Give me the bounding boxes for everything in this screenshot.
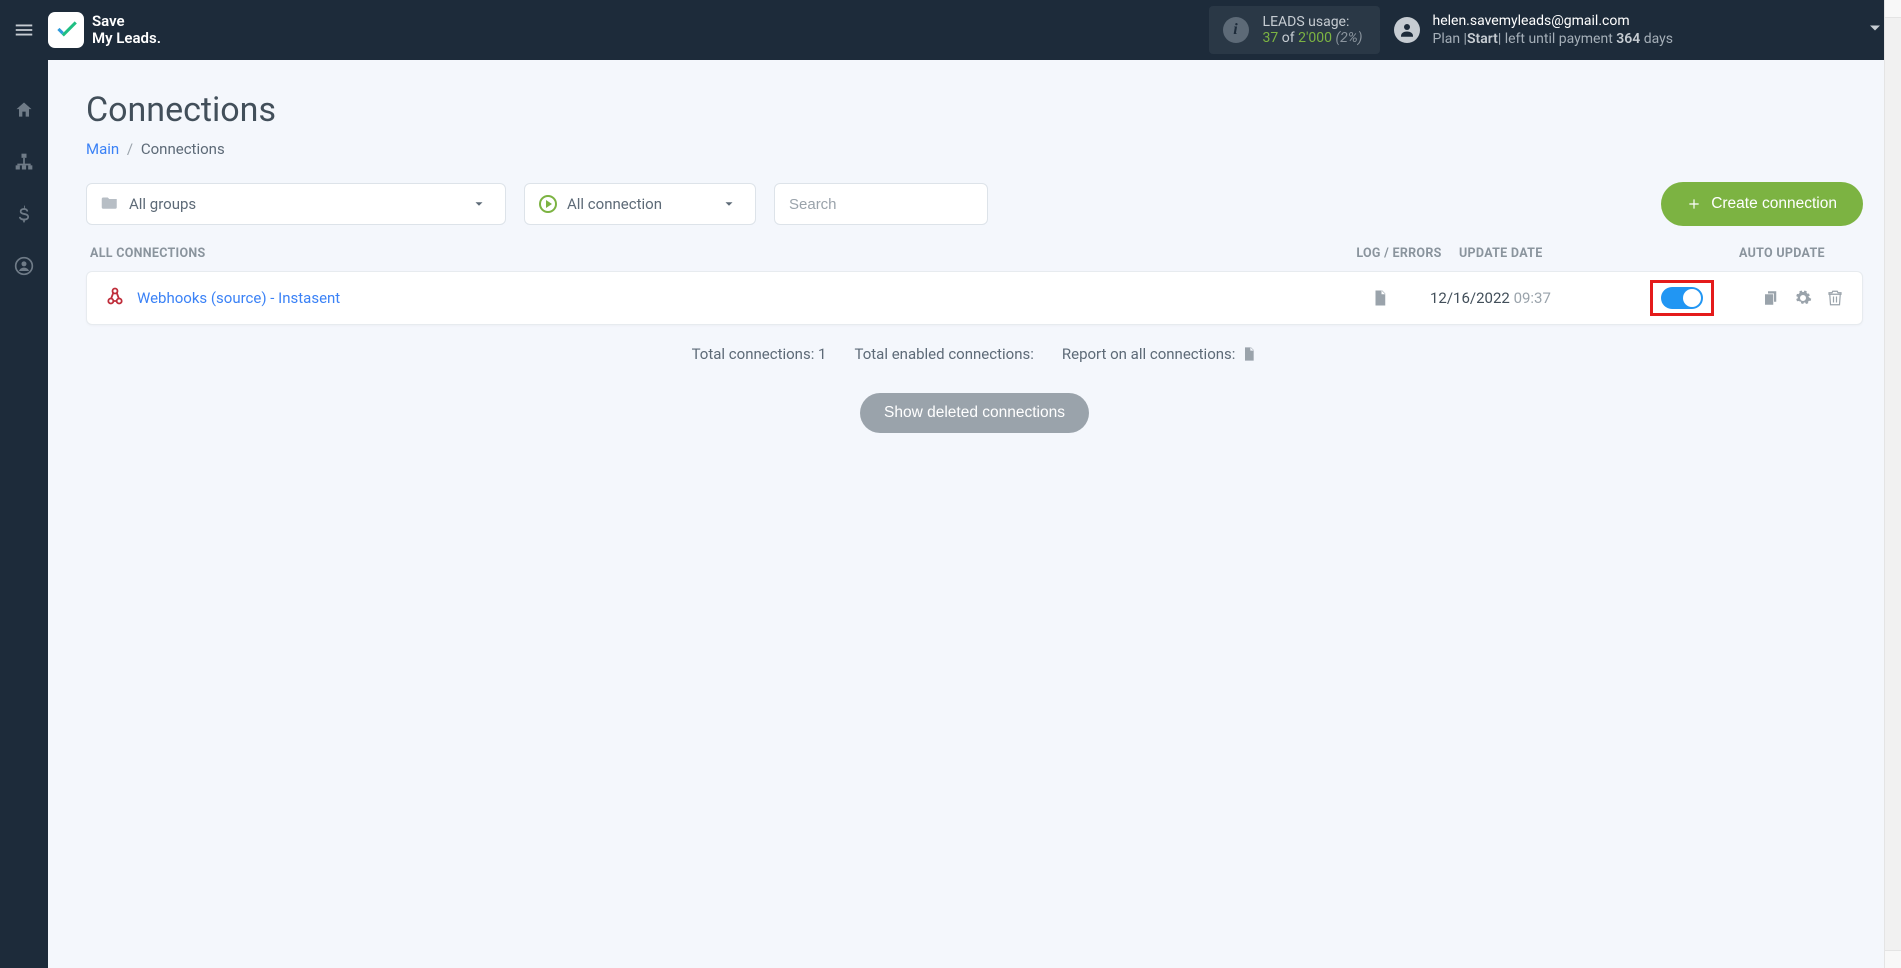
filters-row: All groups All connection Create connect… (86, 182, 1863, 226)
usage-used: 37 (1263, 30, 1279, 46)
account-email: helen.savemyleads@gmail.com (1432, 12, 1673, 30)
left-nav-rail (0, 60, 48, 968)
user-circle-icon (14, 256, 34, 276)
sitemap-icon (14, 152, 34, 172)
auto-update-highlight (1650, 280, 1714, 316)
gear-icon[interactable] (1794, 289, 1812, 307)
auto-update-toggle[interactable] (1661, 287, 1703, 309)
nav-billing[interactable] (12, 202, 36, 226)
column-auto: AUTO UPDATE (1639, 246, 1859, 261)
usage-percent: (2%) (1336, 30, 1363, 46)
column-date: UPDATE DATE (1459, 246, 1639, 261)
usage-label: LEADS usage: (1263, 14, 1363, 30)
status-play-icon (539, 195, 557, 213)
breadcrumb-current: Connections (141, 140, 225, 158)
plus-icon (1687, 197, 1701, 211)
nav-connections[interactable] (12, 150, 36, 174)
leads-usage-box[interactable]: i LEADS usage: 37 of 2'000 (2%) (1209, 6, 1381, 54)
home-icon (14, 100, 34, 120)
trash-icon[interactable] (1826, 289, 1844, 307)
footer-stats: Total connections: 1 Total enabled conne… (86, 345, 1863, 363)
connection-name-link[interactable]: Webhooks (source) - Instasent (137, 289, 340, 307)
breadcrumb: Main / Connections (86, 140, 1863, 158)
report-file-icon[interactable] (1241, 345, 1257, 363)
checkmark-icon (53, 17, 79, 43)
usage-max: 2'000 (1298, 30, 1332, 46)
column-log: LOG / ERRORS (1339, 246, 1459, 261)
hamburger-icon (13, 19, 35, 41)
app-logo (48, 12, 84, 48)
create-connection-button[interactable]: Create connection (1661, 182, 1863, 226)
chevron-down-icon (722, 197, 736, 211)
total-enabled: Total enabled connections: (855, 345, 1034, 363)
dollar-icon (14, 204, 34, 224)
folder-icon (101, 194, 119, 214)
account-menu[interactable]: helen.savemyleads@gmail.com Plan |Start|… (1394, 12, 1885, 48)
nav-account[interactable] (12, 254, 36, 278)
update-date: 12/16/2022 09:37 (1430, 289, 1630, 307)
page-title: Connections (86, 90, 1863, 130)
account-chevron[interactable] (1685, 18, 1885, 42)
create-connection-label: Create connection (1711, 195, 1837, 213)
show-deleted-button[interactable]: Show deleted connections (860, 393, 1089, 433)
table-header: ALL CONNECTIONS LOG / ERRORS UPDATE DATE… (86, 246, 1863, 271)
main-content: Connections Main / Connections All group… (48, 60, 1901, 463)
log-file-icon[interactable] (1371, 288, 1389, 308)
account-plan: Plan |Start| left until payment 364 days (1432, 30, 1673, 48)
usage-of: of (1282, 30, 1295, 46)
total-connections: Total connections: 1 (692, 345, 827, 363)
chevron-down-icon (472, 197, 486, 211)
menu-toggle-button[interactable] (0, 0, 48, 60)
chevron-down-icon (1865, 18, 1885, 38)
search-input[interactable] (774, 183, 988, 225)
connection-filter-label: All connection (567, 195, 662, 213)
group-filter-select[interactable]: All groups (86, 183, 506, 225)
user-icon (1398, 21, 1416, 39)
nav-home[interactable] (12, 98, 36, 122)
webhook-icon (105, 286, 125, 310)
table-row: Webhooks (source) - Instasent 12/16/2022… (86, 271, 1863, 325)
breadcrumb-main[interactable]: Main (86, 140, 119, 158)
app-name: Save My Leads. (92, 13, 161, 48)
avatar (1394, 17, 1420, 43)
copy-icon[interactable] (1762, 289, 1780, 307)
column-name: ALL CONNECTIONS (90, 246, 1339, 261)
info-icon: i (1223, 17, 1249, 43)
top-bar: Save My Leads. i LEADS usage: 37 of 2'00… (0, 0, 1901, 60)
scrollbar[interactable] (1884, 0, 1901, 968)
report-label: Report on all connections: (1062, 345, 1236, 363)
connection-filter-select[interactable]: All connection (524, 183, 756, 225)
group-filter-label: All groups (129, 195, 196, 213)
